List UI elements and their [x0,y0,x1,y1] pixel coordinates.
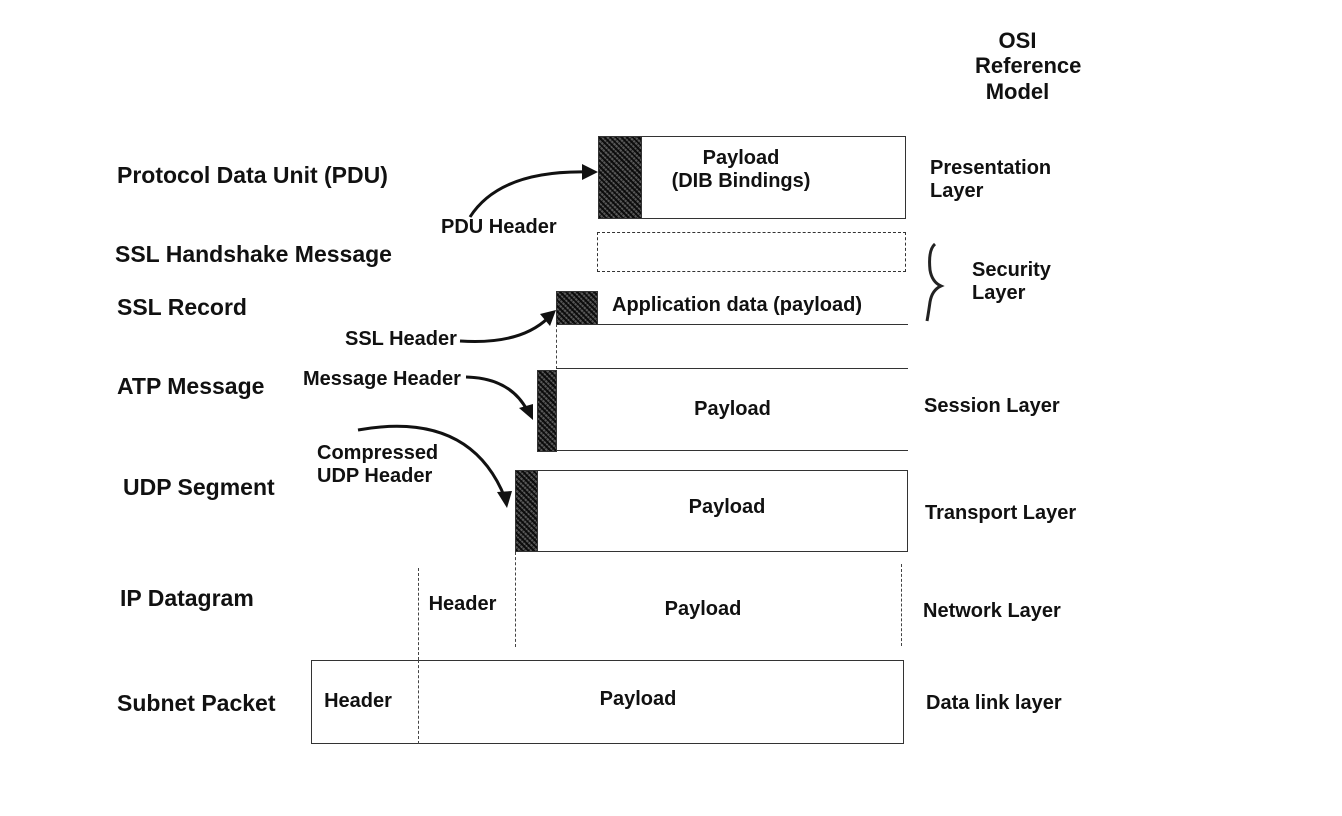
message-header-label: Message Header [303,368,461,390]
ip-right-line [901,564,902,646]
ssl-header-block [556,291,598,325]
ssl-payload-label: Application data (payload) [612,294,863,316]
pdu-header-arrow [468,170,589,218]
udp-header-block [515,470,538,552]
message-arrowhead [519,404,533,420]
ip-header-label: Header [428,593,497,615]
security-brace [925,242,945,322]
ssl-record-left-line [556,324,557,369]
ssl-record-bottom-line [556,368,908,369]
ssl-header-arrow [459,316,550,343]
ssl-header-label: SSL Header [345,328,457,350]
ip-left-line [418,568,419,660]
ip-payload-label: Payload [664,598,742,620]
udp-payload-label: Payload [688,496,766,518]
subnet-payload-label: Payload [599,688,677,710]
pdu-header-label: PDU Header [441,216,557,238]
subnet-header-label: Header [324,690,392,712]
atp-payload-label: Payload [694,398,771,420]
udp-header-label-line: UDP Header [317,465,433,487]
ssl-record-top-line [598,324,908,325]
message-header-block [537,370,557,452]
udp-arrowhead [497,491,512,508]
udp-header-label-line: Compressed [317,442,439,464]
message-header-arrow [465,375,529,411]
pdu-arrowhead [582,164,598,180]
atp-bottom-line [557,450,908,451]
udp-header-label: Compressed UDP Header [317,442,438,488]
